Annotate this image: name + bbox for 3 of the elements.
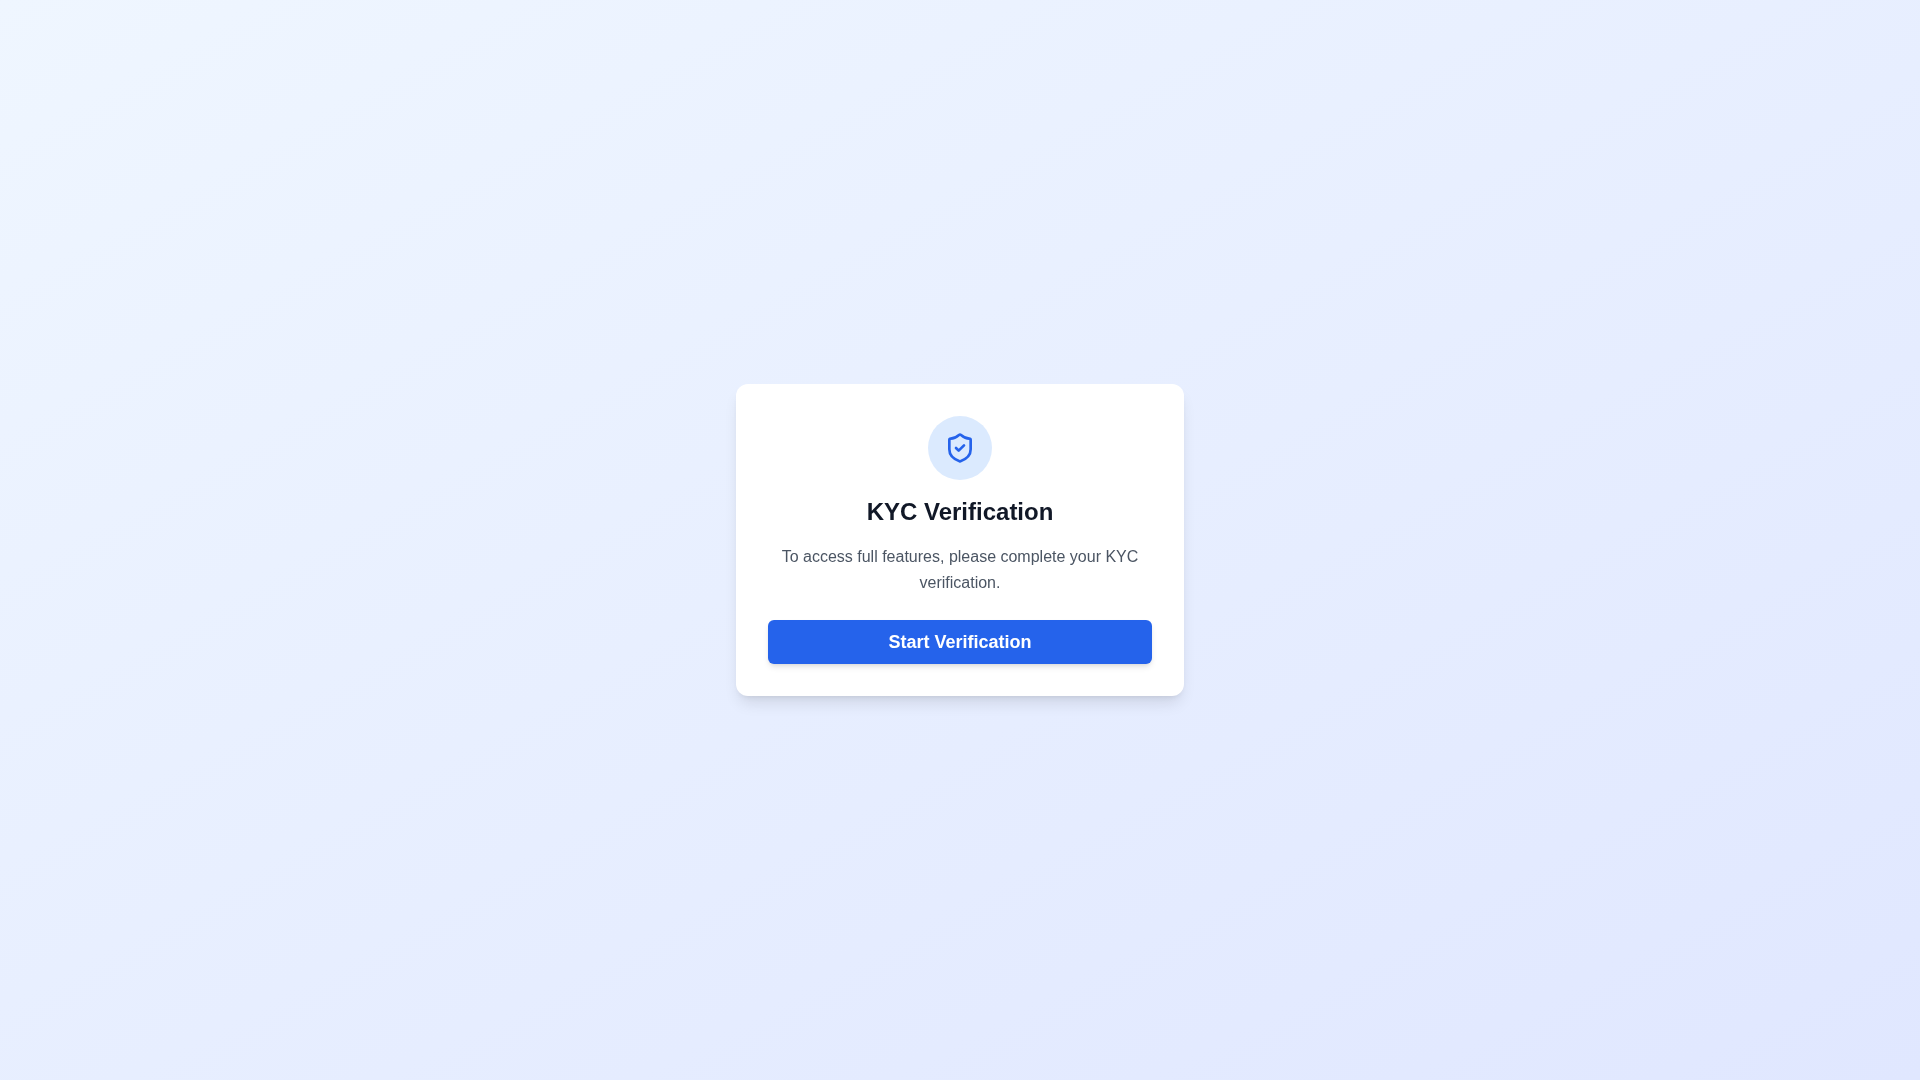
card-title: KYC Verification xyxy=(866,497,1054,527)
start-verification-button[interactable]: Start Verification xyxy=(768,620,1152,664)
description-text: To access full features, please complete your KYC verification. xyxy=(780,547,1140,593)
